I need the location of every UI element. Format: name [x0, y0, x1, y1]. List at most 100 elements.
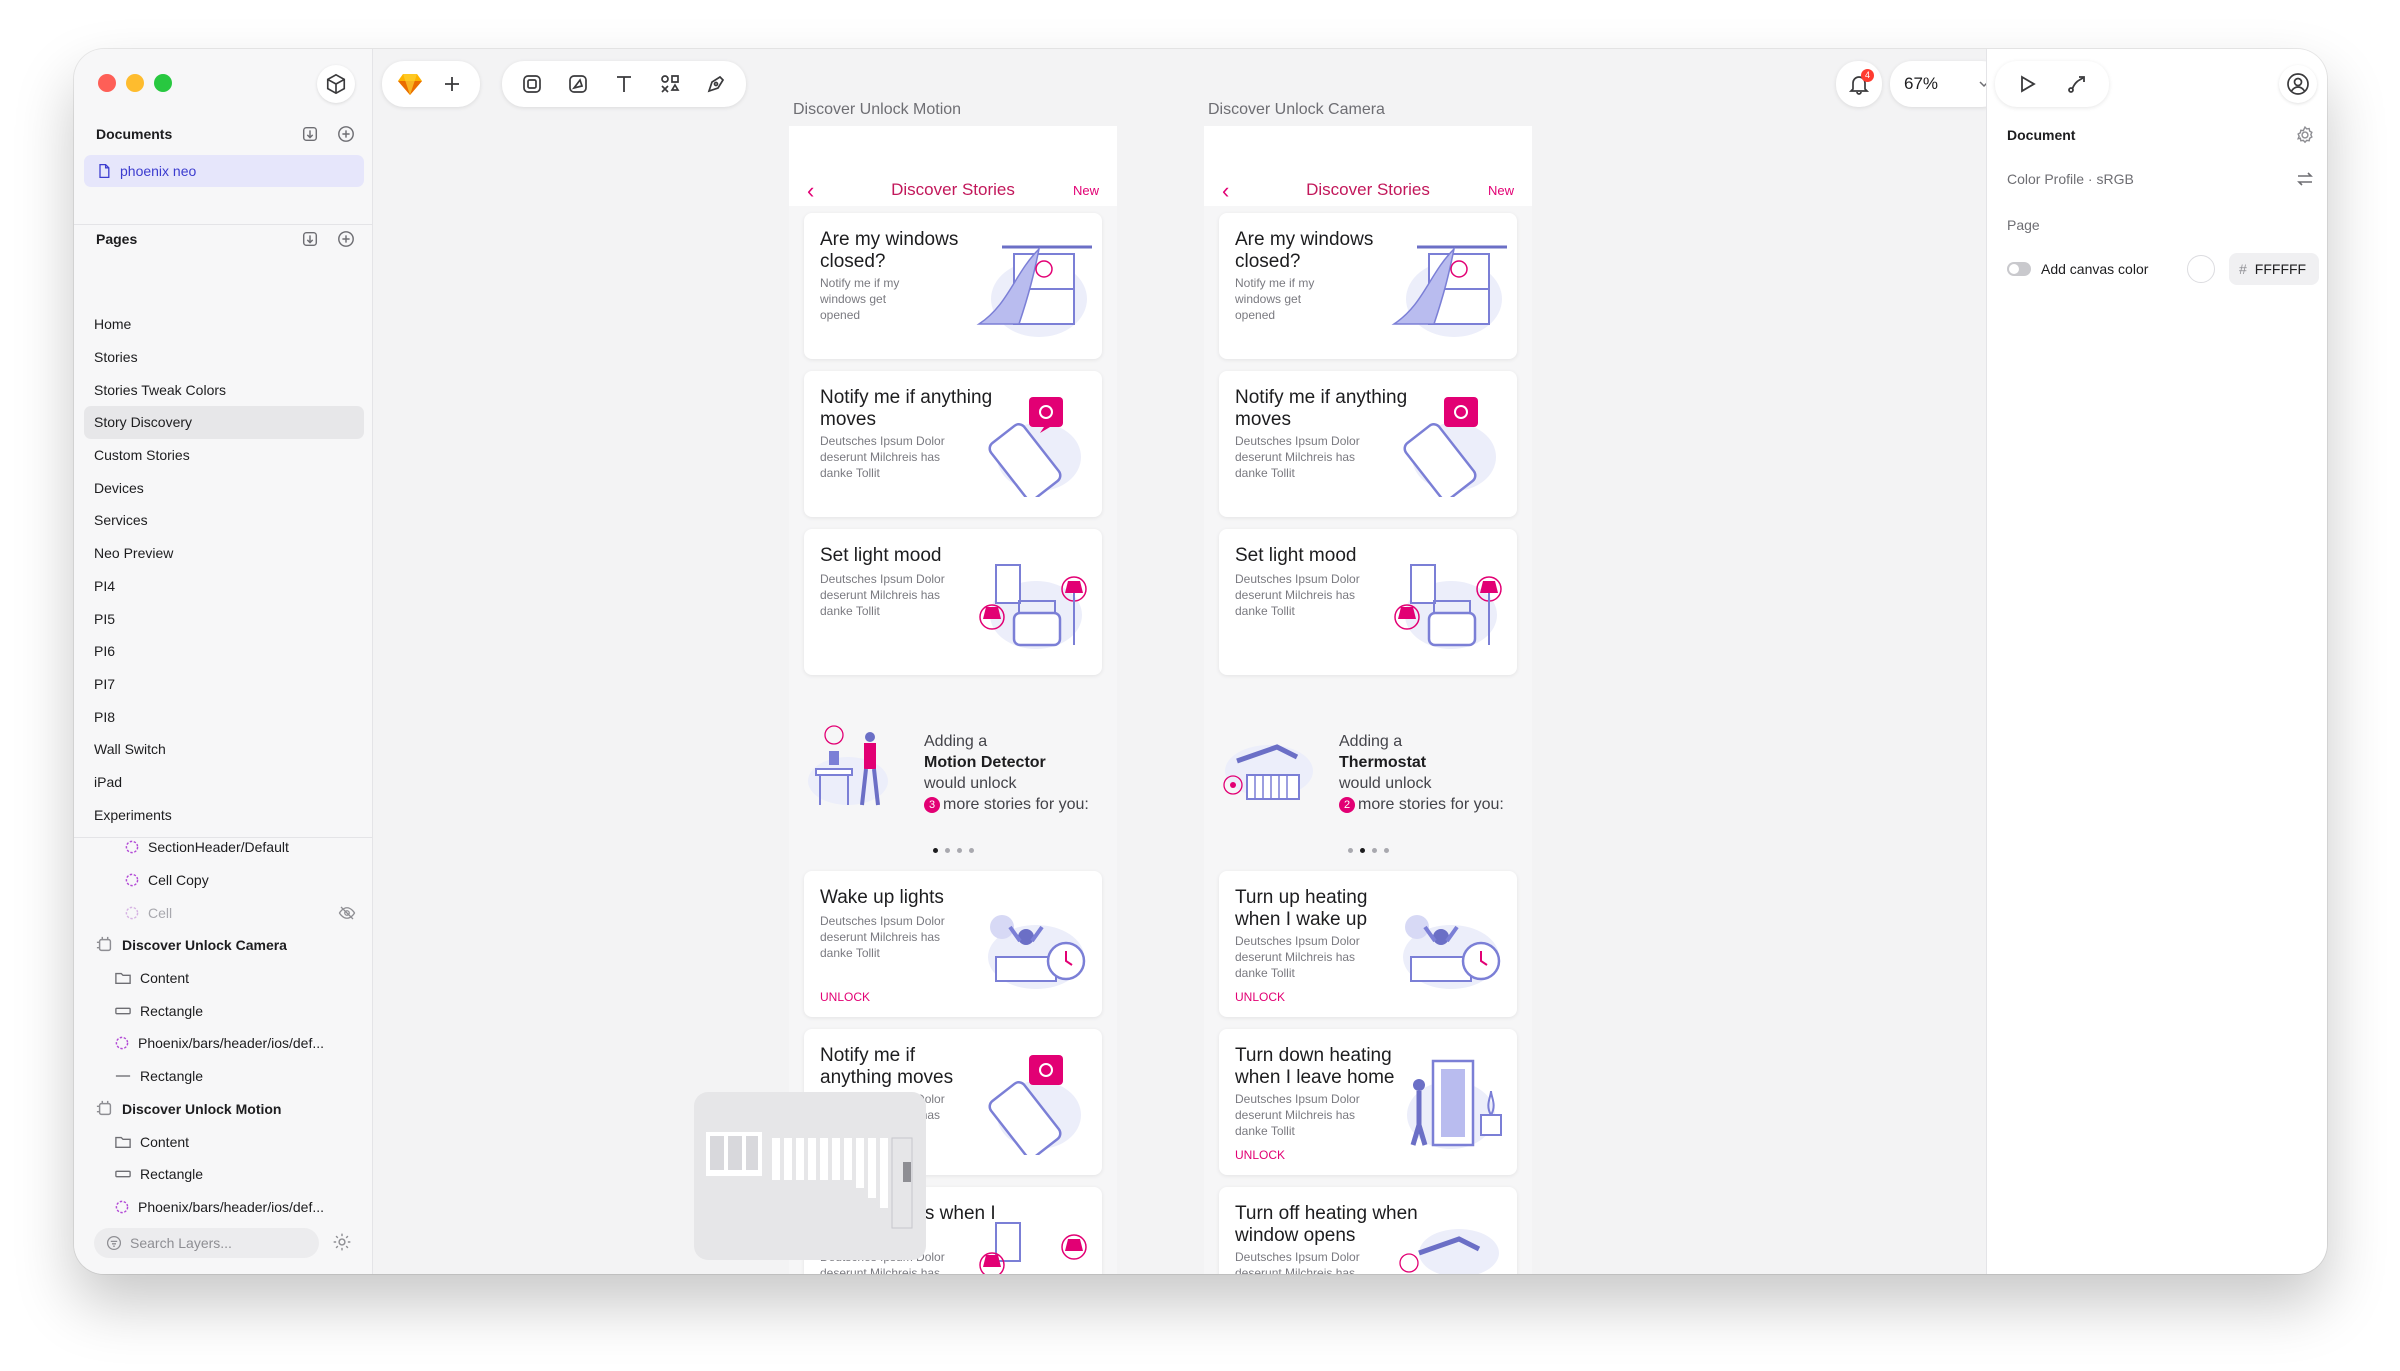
page-item-home[interactable]: Home — [84, 308, 364, 341]
pen-tool-button[interactable] — [698, 66, 734, 102]
story-card-wake-up-lights[interactable]: Wake up lights Deutsches Ipsum Dolor des… — [804, 871, 1102, 1017]
preview-button[interactable] — [2009, 66, 2045, 102]
pager-dot-4[interactable] — [968, 848, 974, 853]
adding-prefix: Adding a — [1339, 733, 1403, 750]
page-item-stories-tweak-colors[interactable]: Stories Tweak Colors — [84, 373, 364, 406]
shape-tool-button[interactable] — [560, 66, 596, 102]
layer-phoenix-header-motion[interactable]: Phoenix/bars/header/ios/def... — [84, 1191, 364, 1224]
unlock-link[interactable]: UNLOCK — [820, 990, 870, 1004]
pager-dot-3[interactable] — [956, 848, 962, 853]
page-item-experiments[interactable]: Experiments — [84, 798, 364, 831]
frame-label-motion[interactable]: Discover Unlock Motion — [793, 101, 961, 119]
phone-header-title: Discover Stories — [891, 180, 1015, 199]
layer-content-camera[interactable]: Content — [84, 962, 364, 995]
pager-dot-3[interactable] — [1371, 848, 1377, 853]
pager-dot-2[interactable] — [944, 848, 950, 853]
adding-device-name: Thermostat — [1339, 754, 1427, 771]
page-item-wall-switch[interactable]: Wall Switch — [84, 733, 364, 766]
layer-artboard-motion[interactable]: Discover Unlock Motion — [84, 1093, 364, 1126]
minimize-window-button[interactable] — [126, 74, 144, 92]
pager-dot-2[interactable] — [1359, 848, 1365, 853]
story-card-moves[interactable]: Notify me if anything moves Deutsches Ip… — [1219, 371, 1517, 517]
layers-settings-icon[interactable] — [332, 1232, 352, 1252]
import-page-icon[interactable] — [300, 229, 320, 249]
story-card-windows[interactable]: Are my windows closed? Notify me if my w… — [1219, 213, 1517, 359]
layer-rectangle-motion-1[interactable]: Rectangle — [84, 1158, 364, 1191]
zoom-window-button[interactable] — [154, 74, 172, 92]
adding-text: Adding a Thermostat would unlock 2 more s… — [1339, 731, 1504, 815]
page-item-pi7[interactable]: PI7 — [84, 668, 364, 701]
add-document-icon[interactable] — [336, 124, 356, 144]
story-card-windows[interactable]: Are my windows closed? Notify me if my w… — [804, 213, 1102, 359]
page-item-custom-stories[interactable]: Custom Stories — [84, 439, 364, 472]
layer-rectangle-camera-1[interactable]: Rectangle — [84, 994, 364, 1027]
phone-header-new[interactable]: New — [1073, 183, 1099, 198]
page-item-neo-preview[interactable]: Neo Preview — [84, 537, 364, 570]
add-page-icon[interactable] — [336, 229, 356, 249]
frame-tool-button[interactable] — [514, 66, 550, 102]
notifications-button[interactable]: 4 — [1841, 66, 1877, 102]
close-window-button[interactable] — [98, 74, 116, 92]
artboard-discover-unlock-camera[interactable]: ‹ Discover Stories New Are my windows cl… — [1204, 126, 1532, 1274]
hex-prefix: # — [2239, 261, 2247, 277]
unlock-link[interactable]: UNLOCK — [1235, 1148, 1285, 1162]
page-item-pi5[interactable]: PI5 — [84, 602, 364, 635]
layer-phoenix-header-camera[interactable]: Phoenix/bars/header/ios/def... — [84, 1027, 364, 1060]
canvas-color-toggle[interactable] — [2007, 262, 2031, 276]
eye-hidden-icon[interactable] — [338, 904, 356, 922]
page-item-pi8[interactable]: PI8 — [84, 700, 364, 733]
story-card-heat-off[interactable]: Turn off heating when window opens Deuts… — [1219, 1187, 1517, 1274]
story-card-moves[interactable]: Notify me if anything moves Deutsches Ip… — [804, 371, 1102, 517]
canvas-minimap[interactable] — [694, 1092, 926, 1260]
layer-cell-copy[interactable]: Cell Copy — [84, 864, 364, 897]
document-settings-icon[interactable] — [2295, 125, 2315, 145]
page-item-pi6[interactable]: PI6 — [84, 635, 364, 668]
page-item-services[interactable]: Services — [84, 504, 364, 537]
page-item-stories[interactable]: Stories — [84, 341, 364, 374]
living-room-illustration-icon — [1394, 564, 1502, 649]
import-document-icon[interactable] — [300, 124, 320, 144]
layer-cell[interactable]: Cell — [84, 896, 364, 929]
frame-label-camera[interactable]: Discover Unlock Camera — [1208, 101, 1385, 119]
canvas[interactable]: 4 67% Discover Unlock Motion ‹ Discover … — [374, 49, 2004, 1274]
unlock-link[interactable]: UNLOCK — [1235, 990, 1285, 1004]
pager-dots[interactable] — [1204, 848, 1532, 853]
layer-section-header[interactable]: SectionHeader/Default — [84, 831, 364, 864]
page-item-ipad[interactable]: iPad — [84, 766, 364, 799]
page-item-devices[interactable]: Devices — [84, 471, 364, 504]
swap-arrows-icon[interactable] — [2295, 170, 2315, 188]
layer-content-motion[interactable]: Content — [84, 1125, 364, 1158]
card-body: Deutsches Ipsum Dolor deserunt Milchreis… — [1235, 434, 1360, 480]
components-button[interactable] — [317, 65, 355, 103]
prototype-button[interactable] — [2059, 66, 2095, 102]
pager-dot-1[interactable] — [1347, 848, 1353, 853]
page-item-story-discovery[interactable]: Story Discovery — [84, 406, 364, 439]
search-layers-input[interactable] — [130, 1235, 300, 1251]
app-menu-button[interactable] — [392, 66, 428, 102]
page-item-pi4[interactable]: PI4 — [84, 570, 364, 603]
sidebar: Documents phoenix neo Pages Home Stories… — [74, 49, 373, 1274]
phone-header: ‹ Discover Stories New — [1204, 126, 1532, 206]
layer-rectangle-camera-2[interactable]: Rectangle — [84, 1060, 364, 1093]
phone-header-new[interactable]: New — [1488, 183, 1514, 198]
symbols-tool-button[interactable] — [652, 66, 688, 102]
card-body: Notify me if my windows get opened — [820, 276, 900, 322]
layer-artboard-camera[interactable]: Discover Unlock Camera — [84, 929, 364, 962]
canvas-color-hex-field[interactable]: # FFFFFF — [2229, 253, 2319, 285]
story-card-light-mood[interactable]: Set light mood Deutsches Ipsum Dolor des… — [804, 529, 1102, 675]
story-card-heat-down[interactable]: Turn down heating when I leave home Deut… — [1219, 1029, 1517, 1175]
document-item-phoenix-neo[interactable]: phoenix neo — [84, 155, 364, 187]
diamond-logo-icon — [398, 74, 422, 95]
story-card-light-mood[interactable]: Set light mood Deutsches Ipsum Dolor des… — [1219, 529, 1517, 675]
insert-button[interactable] — [434, 66, 470, 102]
pager-dot-4[interactable] — [1383, 848, 1389, 853]
color-profile-label: Color Profile · sRGB — [2007, 171, 2134, 187]
pager-dot-1[interactable] — [932, 848, 938, 853]
user-account-button[interactable] — [2279, 65, 2317, 103]
canvas-color-swatch[interactable] — [2187, 255, 2215, 283]
text-tool-button[interactable] — [606, 66, 642, 102]
canvas-color-label: Add canvas color — [2041, 261, 2149, 277]
story-card-heat-up[interactable]: Turn up heating when I wake up Deutsches… — [1219, 871, 1517, 1017]
pager-dots[interactable] — [789, 848, 1117, 853]
layer-label: Rectangle — [140, 1002, 204, 1019]
